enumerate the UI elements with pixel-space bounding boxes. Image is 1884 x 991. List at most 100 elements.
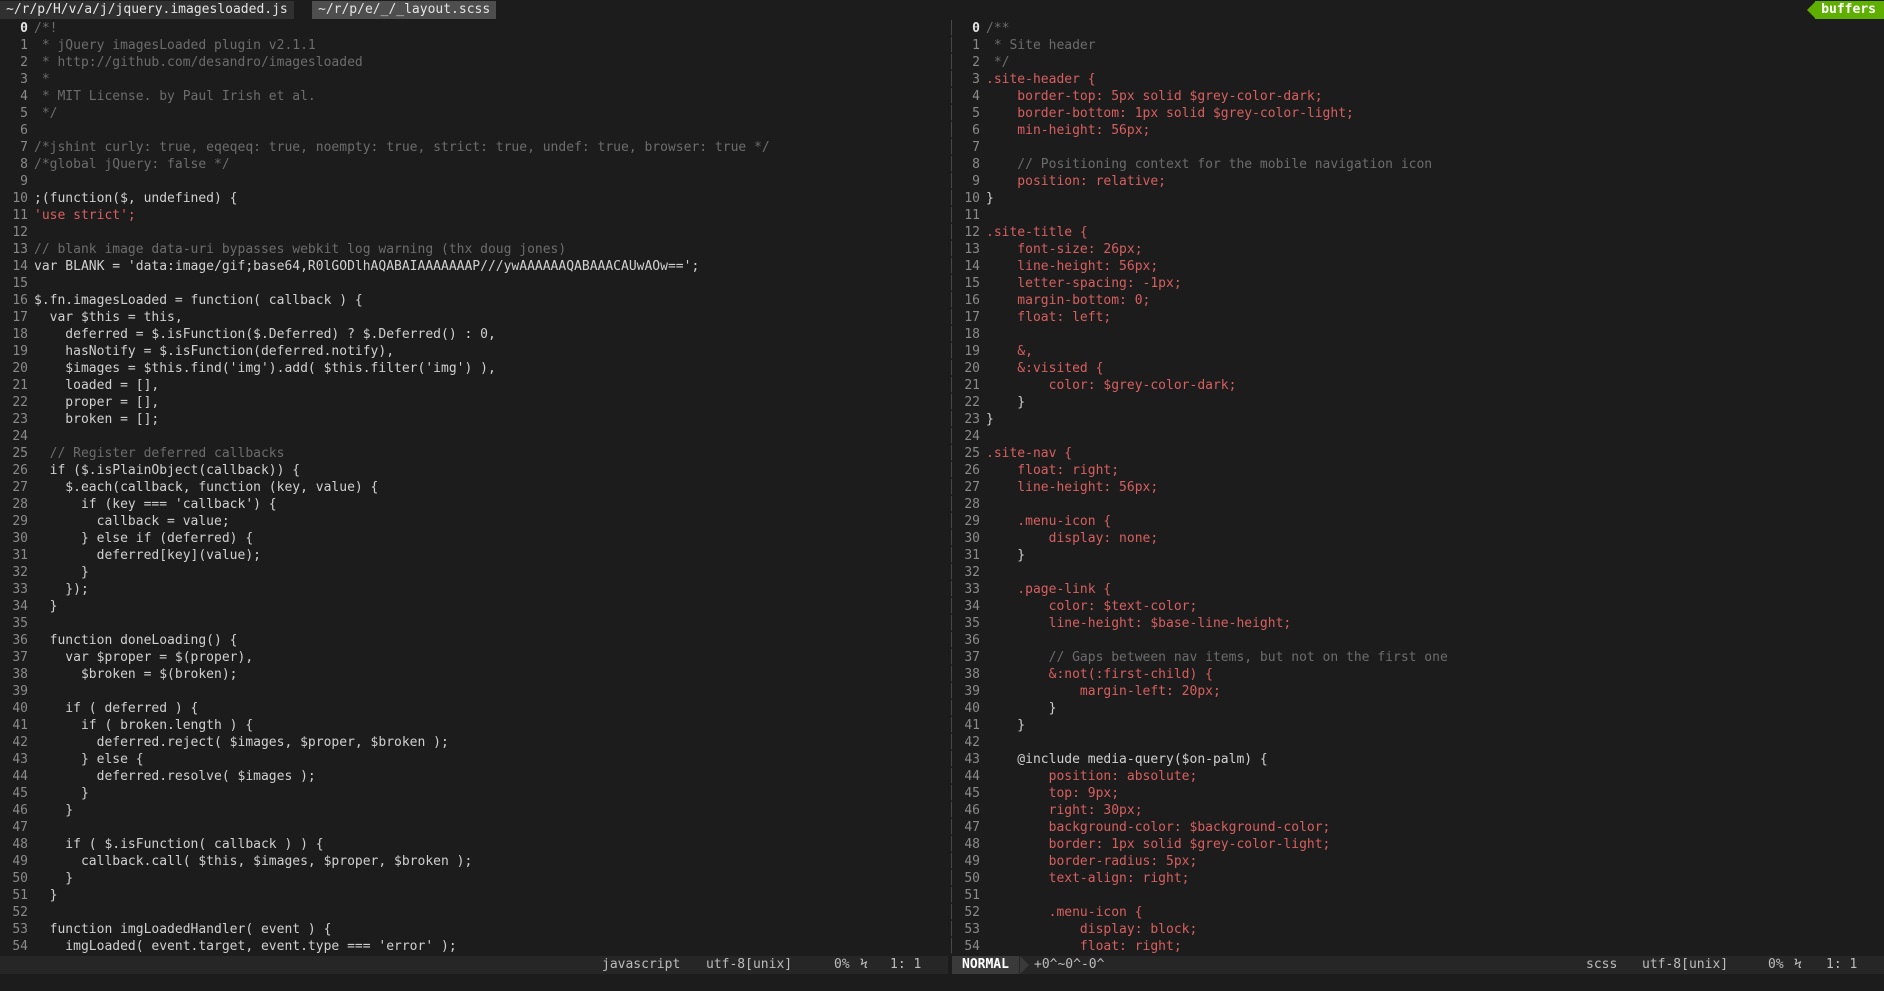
code-line[interactable]: 28 if (key === 'callback') {	[0, 496, 276, 513]
code-line[interactable]: 51 }	[0, 887, 57, 904]
code-line[interactable]: 54 imgLoaded( event.target, event.type =…	[0, 938, 456, 955]
right-editor-pane[interactable]: 0/** 1 * Site header 2 */3 .site-header {4 …	[952, 20, 1884, 956]
code-line[interactable]: 33 .page-link {	[952, 581, 1111, 598]
code-line[interactable]: 33 });	[0, 581, 88, 598]
code-line[interactable]: 16 $.fn.imagesLoaded = function( callback…	[0, 292, 362, 309]
code-line[interactable]: 0 /*!	[0, 20, 57, 37]
code-line[interactable]: 49 border-radius: 5px;	[952, 853, 1197, 870]
code-line[interactable]: 21 color: $grey-color-dark;	[952, 377, 1236, 394]
code-line[interactable]: 4 border-top: 5px solid $grey-color-dark…	[952, 88, 1322, 105]
code-line[interactable]: 23 broken = [];	[0, 411, 159, 428]
code-line[interactable]: 43 } else {	[0, 751, 143, 768]
code-line[interactable]: 12	[0, 224, 34, 241]
code-line[interactable]: 17 var $this = this,	[0, 309, 182, 326]
code-line[interactable]: 53 function imgLoadedHandler( event ) {	[0, 921, 331, 938]
code-line[interactable]: 6	[0, 122, 34, 139]
code-line[interactable]: 45 top: 9px;	[952, 785, 1119, 802]
code-line[interactable]: 5 */	[0, 105, 57, 122]
left-editor-pane[interactable]: 0/*! 1 * jQuery imagesLoaded plugin v2.1.…	[0, 20, 948, 956]
code-line[interactable]: 24	[0, 428, 34, 445]
code-line[interactable]: 47 background-color: $background-color;	[952, 819, 1330, 836]
code-line[interactable]: 40 }	[952, 700, 1056, 717]
code-line[interactable]: 20 &:visited {	[952, 360, 1103, 377]
code-line[interactable]: 31 deferred[key](value);	[0, 547, 261, 564]
code-line[interactable]: 11	[952, 207, 986, 224]
code-line[interactable]: 24	[952, 428, 986, 445]
code-line[interactable]: 10 ;(function($, undefined) {	[0, 190, 237, 207]
code-line[interactable]: 52	[0, 904, 34, 921]
code-line[interactable]: 13 // blank image data-uri bypasses webki…	[0, 241, 566, 258]
code-line[interactable]: 32	[952, 564, 986, 581]
code-line[interactable]: 4 * MIT License. by Paul Irish et al.	[0, 88, 316, 105]
code-line[interactable]: 1 * jQuery imagesLoaded plugin v2.1.1	[0, 37, 316, 54]
code-line[interactable]: 30 display: none;	[952, 530, 1158, 547]
code-line[interactable]: 19 &,	[952, 343, 1033, 360]
tab-layout-scss[interactable]: ~/r/p/e/_/_layout.scss	[312, 1, 497, 19]
code-line[interactable]: 9	[0, 173, 34, 190]
code-line[interactable]: 25 .site-nav {	[952, 445, 1072, 462]
code-line[interactable]: 25 // Register deferred callbacks	[0, 445, 284, 462]
code-line[interactable]: 32 }	[0, 564, 88, 581]
code-line[interactable]: 1 * Site header	[952, 37, 1095, 54]
code-line[interactable]: 15	[0, 275, 34, 292]
code-line[interactable]: 6 min-height: 56px;	[952, 122, 1150, 139]
code-line[interactable]: 41 if ( broken.length ) {	[0, 717, 253, 734]
code-line[interactable]: 51	[952, 887, 986, 904]
code-line[interactable]: 29 .menu-icon {	[952, 513, 1111, 530]
code-line[interactable]: 26 float: right;	[952, 462, 1119, 479]
code-line[interactable]: 38 &:not(:first-child) {	[952, 666, 1213, 683]
code-line[interactable]: 9 position: relative;	[952, 173, 1166, 190]
code-line[interactable]: 7	[952, 139, 986, 156]
code-line[interactable]: 31 }	[952, 547, 1025, 564]
command-line[interactable]	[0, 974, 1884, 991]
code-line[interactable]: 3 *	[0, 71, 49, 88]
code-line[interactable]: 30 } else if (deferred) {	[0, 530, 253, 547]
code-line[interactable]: 2 */	[952, 54, 1009, 71]
code-line[interactable]: 53 display: block;	[952, 921, 1197, 938]
code-line[interactable]: 3 .site-header {	[952, 71, 1095, 88]
code-line[interactable]: 46 right: 30px;	[952, 802, 1142, 819]
code-line[interactable]: 39	[0, 683, 34, 700]
code-line[interactable]: 10}	[952, 190, 993, 207]
code-line[interactable]: 19 hasNotify = $.isFunction(deferred.not…	[0, 343, 394, 360]
code-line[interactable]: 27 $.each(callback, function (key, value…	[0, 479, 378, 496]
code-line[interactable]: 38 $broken = $(broken);	[0, 666, 237, 683]
code-line[interactable]: 22 }	[952, 394, 1025, 411]
code-line[interactable]: 20 $images = $this.find('img').add( $thi…	[0, 360, 495, 377]
code-line[interactable]: 54 float: right;	[952, 938, 1181, 955]
code-line[interactable]: 28	[952, 496, 986, 513]
code-line[interactable]: 50 text-align: right;	[952, 870, 1189, 887]
code-line[interactable]: 0 /**	[952, 20, 1009, 37]
code-line[interactable]: 52 .menu-icon {	[952, 904, 1142, 921]
code-line[interactable]: 26 if ($.isPlainObject(callback)) {	[0, 462, 300, 479]
code-line[interactable]: 34 }	[0, 598, 57, 615]
code-line[interactable]: 46 }	[0, 802, 73, 819]
tab-jquery-imagesloaded[interactable]: ~/r/p/H/v/a/j/jquery.imagesloaded.js	[0, 1, 294, 19]
code-line[interactable]: 8 /*global jQuery: false */	[0, 156, 230, 173]
code-line[interactable]: 36 function doneLoading() {	[0, 632, 237, 649]
code-line[interactable]: 12 .site-title {	[952, 224, 1087, 241]
code-line[interactable]: 44 position: absolute;	[952, 768, 1197, 785]
code-line[interactable]: 44 deferred.resolve( $images );	[0, 768, 315, 785]
code-line[interactable]: 2 * http://github.com/desandro/imagesloa…	[0, 54, 363, 71]
code-line[interactable]: 43 @include media-query($on-palm) {	[952, 751, 1267, 768]
code-line[interactable]: 37 // Gaps between nav items, but not on…	[952, 649, 1447, 666]
code-line[interactable]: 29 callback = value;	[0, 513, 229, 530]
code-line[interactable]: 21 loaded = [],	[0, 377, 159, 394]
code-line[interactable]: 45 }	[0, 785, 88, 802]
code-line[interactable]: 23}	[952, 411, 993, 428]
code-line[interactable]: 34 color: $text-color;	[952, 598, 1197, 615]
code-line[interactable]: 5 border-bottom: 1px solid $grey-color-l…	[952, 105, 1354, 122]
code-line[interactable]: 35 line-height: $base-line-height;	[952, 615, 1291, 632]
code-line[interactable]: 17 float: left;	[952, 309, 1111, 326]
code-line[interactable]: 14 line-height: 56px;	[952, 258, 1158, 275]
code-line[interactable]: 22 proper = [],	[0, 394, 159, 411]
code-line[interactable]: 39 margin-left: 20px;	[952, 683, 1220, 700]
code-line[interactable]: 14 var BLANK = 'data:image/gif;base64,R0l…	[0, 258, 699, 275]
code-line[interactable]: 27 line-height: 56px;	[952, 479, 1158, 496]
code-line[interactable]: 40 if ( deferred ) {	[0, 700, 198, 717]
code-line[interactable]: 18	[952, 326, 986, 343]
code-line[interactable]: 42	[952, 734, 986, 751]
code-line[interactable]: 15 letter-spacing: -1px;	[952, 275, 1181, 292]
code-line[interactable]: 37 var $proper = $(proper),	[0, 649, 253, 666]
